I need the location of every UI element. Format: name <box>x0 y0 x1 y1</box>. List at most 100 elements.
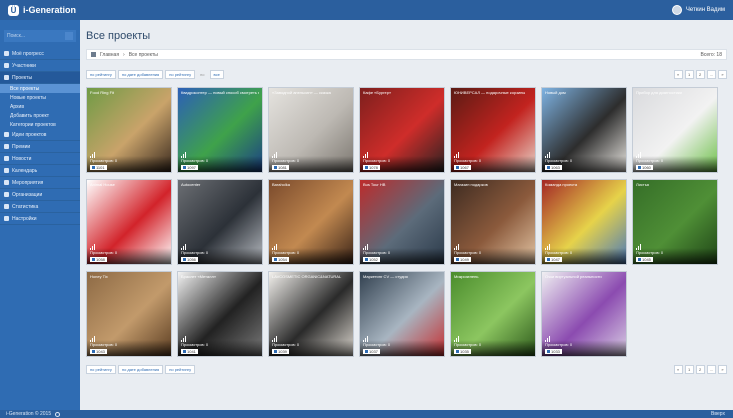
project-title[interactable]: Bus Tour HB <box>363 182 441 187</box>
menu-icon <box>4 204 9 209</box>
project-card[interactable]: Прибор для диагностики Просмотров: 0 1060 <box>632 87 718 173</box>
project-card[interactable]: Маркетинг CV — студия Просмотров: 0 1037 <box>359 271 445 357</box>
project-card[interactable]: Autocenter Просмотров: 0 1056 <box>177 179 263 265</box>
menu-icon <box>4 144 9 149</box>
project-card[interactable]: Bus Tour HB Просмотров: 0 1052 <box>359 179 445 265</box>
sidebar-item[interactable]: Новости <box>0 153 80 165</box>
footer-text: i-Generation © 2015 <box>6 411 52 417</box>
project-card[interactable]: Кафе «Бургер» Просмотров: 0 1078 <box>359 87 445 173</box>
project-card[interactable]: Магазин подарков Просмотров: 0 1049 <box>450 179 536 265</box>
pager-prev[interactable]: « <box>673 70 683 79</box>
sidebar-item[interactable]: Премии <box>0 141 80 153</box>
filter-chip[interactable]: по <box>197 70 207 79</box>
project-id: 1035 <box>460 349 469 354</box>
project-card[interactable]: Новый дом Просмотров: 0 1063 <box>541 87 627 173</box>
project-title[interactable]: Food Ring Fit <box>90 90 168 95</box>
pager-prev[interactable]: « <box>673 365 683 374</box>
id-icon <box>274 350 277 353</box>
sidebar-item[interactable]: Архив <box>0 102 80 111</box>
pager-page[interactable]: 1 <box>684 70 694 79</box>
project-card[interactable]: Браслет «Металл» Просмотров: 0 1041 <box>177 271 263 357</box>
sidebar-item[interactable]: Моё прогресс <box>0 48 80 60</box>
project-title[interactable]: Новый дом <box>545 90 623 95</box>
project-card[interactable]: Квадрокоптер — новый способ смотреть на … <box>177 87 263 173</box>
pager-page[interactable]: 2 <box>695 70 705 79</box>
project-title[interactable]: Маркетинг CV — студия <box>363 274 441 279</box>
search-icon[interactable] <box>65 32 73 40</box>
project-title[interactable]: LAVCOSMETIC ORGANIC&NATURAL <box>272 274 350 279</box>
sidebar-item[interactable]: Статистика <box>0 201 80 213</box>
top-bar: Ü i-Generation Четкин Вадим <box>0 0 733 20</box>
filter-chip[interactable]: по рейтингу <box>165 365 196 374</box>
pager-next[interactable]: » <box>718 365 727 374</box>
sidebar-item[interactable]: Проекты <box>0 72 80 84</box>
logo[interactable]: Ü i-Generation <box>8 4 76 16</box>
sidebar-item[interactable]: Все проекты <box>0 84 80 93</box>
filter-chip[interactable]: по дате добавления <box>117 70 164 79</box>
id-icon <box>456 166 459 169</box>
sidebar-item-label: Участники <box>12 62 36 69</box>
sidebar-item[interactable]: Идеи проектов <box>0 129 80 141</box>
project-card[interactable]: Baraholka Просмотров: 0 1054 <box>268 179 354 265</box>
project-card[interactable]: Food Ring Fit Просмотров: 0 1101 <box>86 87 172 173</box>
project-card[interactable]: Листья Просмотров: 0 1045 <box>632 179 718 265</box>
menu-icon <box>4 51 9 56</box>
project-title[interactable]: Кафе «Бургер» <box>363 90 441 95</box>
pagination-bottom: « 1 2 ... » <box>673 365 727 374</box>
project-title[interactable]: Очки виртуальной реальности <box>545 274 623 279</box>
sidebar-item-label: Организации <box>12 191 43 198</box>
project-card[interactable]: ЮНИВЕРСАЛ — подарочные корзины Просмотров… <box>450 87 536 173</box>
user-menu[interactable]: Четкин Вадим <box>671 5 725 15</box>
sidebar-item[interactable]: Организации <box>0 189 80 201</box>
filter-chip[interactable]: по дате добавления <box>117 365 164 374</box>
project-title[interactable]: Animal House <box>90 182 168 187</box>
search-input[interactable]: Поиск... <box>4 30 76 42</box>
project-title[interactable]: Autocenter <box>181 182 259 187</box>
project-id-badge: 1101 <box>90 165 107 170</box>
project-title[interactable]: Листья <box>636 182 714 187</box>
sidebar-item[interactable]: Календарь <box>0 165 80 177</box>
project-views: Просмотров: 0 <box>181 250 209 255</box>
project-title[interactable]: Команда проекта <box>545 182 623 187</box>
project-card[interactable]: «Заводной апельсин» — сказка Просмотров: … <box>268 87 354 173</box>
sidebar-item[interactable]: Настройки <box>0 213 80 225</box>
project-title[interactable]: Квадрокоптер — новый способ смотреть на … <box>181 90 259 95</box>
project-id: 1054 <box>278 257 287 262</box>
filter-chip[interactable]: по рейтингу <box>86 365 116 374</box>
project-id: 1033 <box>551 349 560 354</box>
project-title[interactable]: Baraholka <box>272 182 350 187</box>
project-card[interactable]: Honey Tix Просмотров: 0 1043 <box>86 271 172 357</box>
project-card[interactable]: Очки виртуальной реальности Просмотров: 0… <box>541 271 627 357</box>
project-title[interactable]: «Заводной апельсин» — сказка <box>272 90 350 95</box>
project-title[interactable]: Микрозелень <box>454 274 532 279</box>
sidebar-item[interactable]: Добавить проект <box>0 111 80 120</box>
id-icon <box>456 350 459 353</box>
project-card[interactable]: LAVCOSMETIC ORGANIC&NATURAL Просмотров: 0… <box>268 271 354 357</box>
project-title[interactable]: Honey Tix <box>90 274 168 279</box>
sidebar-item[interactable]: Мероприятия <box>0 177 80 189</box>
pager-next[interactable]: » <box>718 70 727 79</box>
id-icon <box>365 258 368 261</box>
project-title[interactable]: Прибор для диагностики <box>636 90 714 95</box>
sidebar-item[interactable]: Участники <box>0 60 80 72</box>
project-views: Просмотров: 0 <box>272 158 300 163</box>
project-title[interactable]: ЮНИВЕРСАЛ — подарочные корзины <box>454 90 532 95</box>
breadcrumb-home[interactable]: Главная <box>100 52 119 58</box>
project-title[interactable]: Браслет «Металл» <box>181 274 259 279</box>
project-card[interactable]: Команда проекта Просмотров: 0 1047 <box>541 179 627 265</box>
sidebar-item[interactable]: Новые проекты <box>0 93 80 102</box>
sidebar-item[interactable]: Категории проектов <box>0 120 80 129</box>
filter-chip[interactable]: по рейтингу <box>165 70 196 79</box>
project-title[interactable]: Магазин подарков <box>454 182 532 187</box>
project-id: 1052 <box>369 257 378 262</box>
pager-page[interactable]: 1 <box>684 365 694 374</box>
back-to-top-link[interactable]: Вверх <box>711 411 725 417</box>
project-card[interactable]: Микрозелень Просмотров: 0 1035 <box>450 271 536 357</box>
project-card[interactable]: Animal House Просмотров: 0 1058 <box>86 179 172 265</box>
project-views: Просмотров: 0 <box>545 342 573 347</box>
pager-page[interactable]: 2 <box>695 365 705 374</box>
filter-chip[interactable]: по рейтингу <box>86 70 116 79</box>
project-views: Просмотров: 0 <box>454 250 482 255</box>
main-content: Все проекты Главная › Все проекты Всего:… <box>80 20 733 410</box>
filter-select[interactable]: все <box>209 70 224 79</box>
